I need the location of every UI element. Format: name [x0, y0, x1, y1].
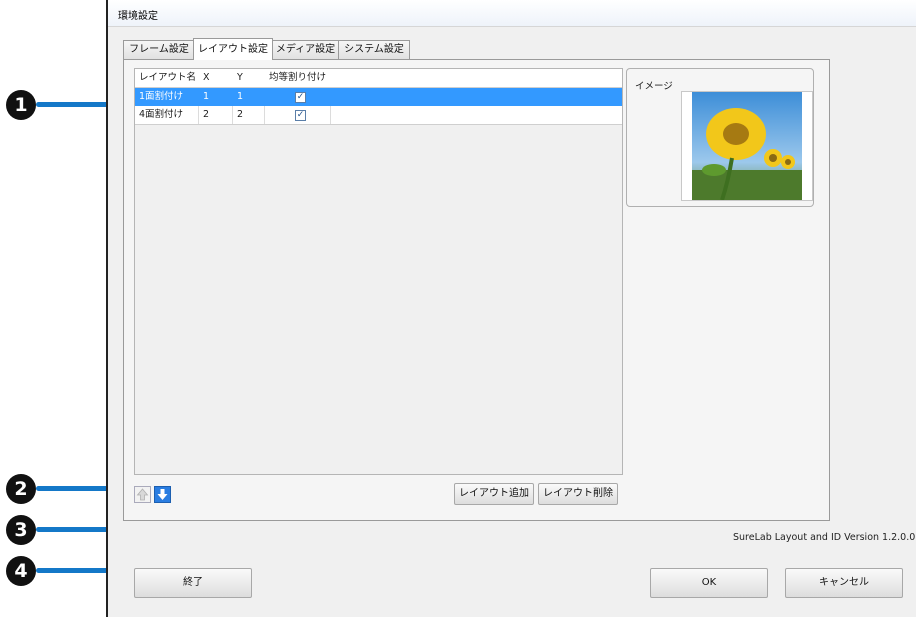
move-up-button[interactable]	[134, 486, 151, 503]
cell-even: ✓	[265, 106, 331, 124]
move-down-button[interactable]	[154, 486, 171, 503]
even-checkbox[interactable]: ✓	[295, 92, 306, 103]
cell-y: 2	[233, 106, 265, 124]
cancel-button[interactable]: キャンセル	[785, 568, 903, 598]
exit-button[interactable]: 終了	[134, 568, 252, 598]
tab-media-settings[interactable]: メディア設定	[271, 40, 340, 59]
callout-badge-1: 1	[6, 90, 36, 120]
cell-x: 1	[199, 88, 233, 106]
table-row[interactable]: 1面割付け 1 1 ✓	[135, 88, 622, 106]
even-checkbox[interactable]: ✓	[295, 110, 306, 121]
preview-frame	[681, 91, 813, 201]
arrow-down-icon	[157, 489, 168, 500]
preview-label: イメージ	[635, 81, 673, 92]
cell-layout-name: 1面割付け	[135, 88, 199, 106]
cell-y: 1	[233, 88, 265, 106]
title-bar: 環境設定 ✕	[108, 0, 916, 27]
cell-even: ✓	[265, 88, 331, 106]
tab-system-settings[interactable]: システム設定	[338, 40, 410, 59]
callout-badge-4: 4	[6, 556, 36, 586]
window-title: 環境設定	[118, 11, 158, 22]
cell-x: 2	[199, 106, 233, 124]
column-header-y[interactable]: Y	[233, 69, 265, 87]
arrow-up-icon	[136, 488, 149, 501]
version-text: SureLab Layout and ID Version 1.2.0.0	[733, 532, 916, 543]
cell-layout-name: 4面割付け	[135, 106, 199, 124]
column-header-name[interactable]: レイアウト名	[135, 69, 199, 87]
layout-settings-panel: レイアウト名 X Y 均等割り付け 1面割付け 1 1 ✓ 4面割付け 2 2 …	[123, 59, 830, 521]
column-header-even[interactable]: 均等割り付け	[265, 69, 331, 87]
tab-frame-settings[interactable]: フレーム設定	[123, 40, 195, 59]
callout-badge-2: 2	[6, 474, 36, 504]
callout-badge-3: 3	[6, 515, 36, 545]
sunflower-photo	[692, 92, 802, 200]
callout-line-1	[36, 102, 116, 107]
tab-layout-settings[interactable]: レイアウト設定	[193, 38, 273, 60]
image-preview-group: イメージ	[626, 68, 814, 207]
ok-button[interactable]: OK	[650, 568, 768, 598]
settings-dialog: 環境設定 ✕ フレーム設定 レイアウト設定 メディア設定 システム設定 レイアウ…	[106, 0, 916, 617]
column-header-x[interactable]: X	[199, 69, 233, 87]
table-row[interactable]: 4面割付け 2 2 ✓	[135, 106, 622, 125]
delete-layout-button[interactable]: レイアウト削除	[538, 483, 618, 505]
add-layout-button[interactable]: レイアウト追加	[454, 483, 534, 505]
table-header: レイアウト名 X Y 均等割り付け	[135, 69, 622, 88]
layout-table[interactable]: レイアウト名 X Y 均等割り付け 1面割付け 1 1 ✓ 4面割付け 2 2 …	[134, 68, 623, 475]
